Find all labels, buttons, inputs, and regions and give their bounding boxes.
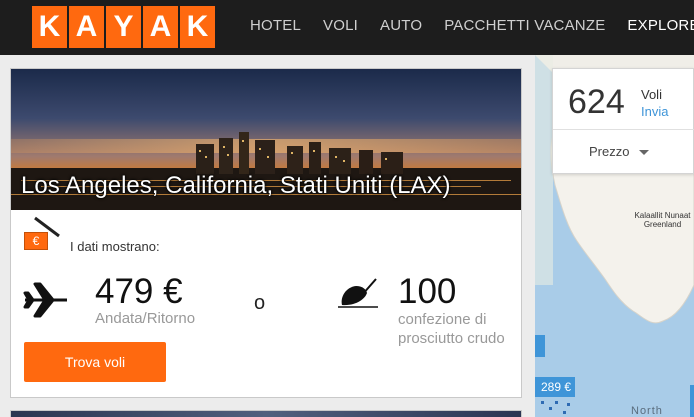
logo-letter: K xyxy=(32,6,67,48)
nav-pacchetti-vacanze[interactable]: PACCHETTI VACANZE xyxy=(444,17,605,34)
ham-quantity-label: confezione di prosciutto crudo xyxy=(398,311,505,347)
destination-title: Los Angeles, California, Stati Uniti (LA… xyxy=(21,172,451,199)
destination-card[interactable]: Los Angeles, California, Stati Uniti (LA… xyxy=(10,68,522,398)
currency-tag-icon: € xyxy=(24,232,48,250)
logo-letter: A xyxy=(69,6,104,48)
logo-letter: A xyxy=(143,6,178,48)
or-separator: o xyxy=(254,292,266,314)
map-region-label: Kalaallit Nunaat Greenland xyxy=(634,211,691,229)
sort-dropdown[interactable]: Prezzo xyxy=(589,144,629,159)
map-price-marker[interactable] xyxy=(535,335,545,357)
kayak-logo[interactable]: K A Y A K xyxy=(32,6,215,48)
chevron-down-icon[interactable] xyxy=(639,150,649,155)
send-link[interactable]: Invia xyxy=(641,104,668,119)
flight-price: 479 € xyxy=(95,272,183,311)
flight-count-unit: Voli xyxy=(641,87,662,102)
next-destination-card[interactable] xyxy=(10,410,522,417)
trip-type-label: Andata/Ritorno xyxy=(95,310,196,327)
flight-count: 624 xyxy=(568,83,625,121)
logo-letter: Y xyxy=(106,6,141,48)
flights-summary-box: 624 Voli Invia Prezzo xyxy=(552,68,694,174)
nav-voli[interactable]: VOLI xyxy=(323,17,358,34)
main-nav: HOTEL VOLI AUTO PACCHETTI VACANZE EXPLOR… xyxy=(250,17,694,34)
nav-auto[interactable]: AUTO xyxy=(380,17,422,34)
map-price-label[interactable]: 289 € xyxy=(535,377,575,397)
destination-photo: Los Angeles, California, Stati Uniti (LA… xyxy=(11,69,521,210)
divider xyxy=(553,129,694,130)
ham-icon xyxy=(338,278,378,308)
find-flights-button[interactable]: Trova voli xyxy=(24,342,166,382)
nav-explore[interactable]: EXPLORE xyxy=(627,17,694,34)
nav-hotel[interactable]: HOTEL xyxy=(250,17,301,34)
ham-quantity: 100 xyxy=(398,272,457,311)
top-navigation-bar: K A Y A K HOTEL VOLI AUTO PACCHETTI VACA… xyxy=(0,0,694,55)
data-shown-label: I dati mostrano: xyxy=(70,239,160,254)
map-ocean-label: North xyxy=(631,405,663,417)
logo-letter: K xyxy=(180,6,215,48)
plane-icon xyxy=(23,282,67,318)
